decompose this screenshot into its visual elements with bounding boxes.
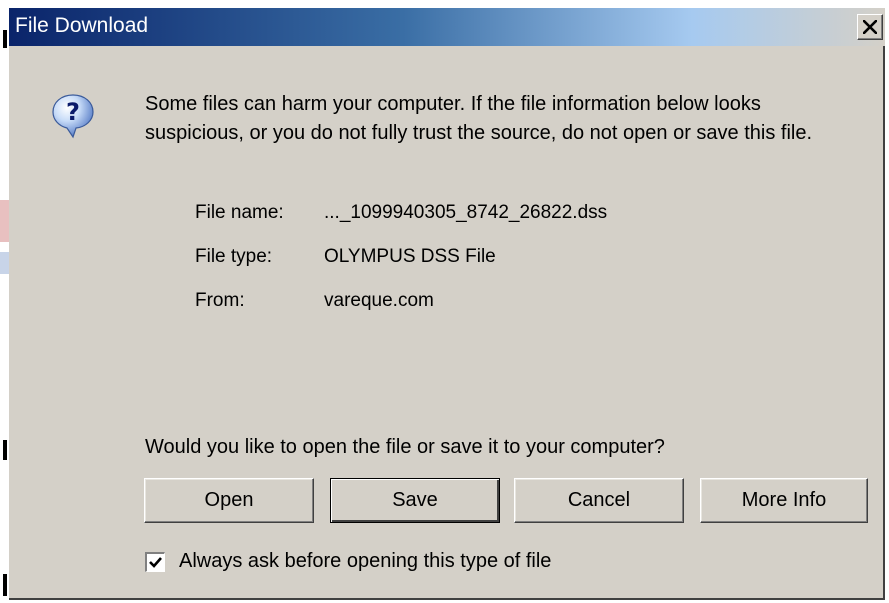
always-ask-label: Always ask before opening this type of f… xyxy=(179,550,552,572)
window-title: File Download xyxy=(15,14,149,37)
edge-mark xyxy=(3,440,7,460)
from-value: vareque.com xyxy=(324,290,434,311)
warning-text: Some files can harm your computer. If th… xyxy=(145,93,813,144)
cancel-button[interactable]: Cancel xyxy=(514,478,684,523)
file-type-label: File type: xyxy=(195,246,273,267)
save-button[interactable]: Save xyxy=(330,478,500,523)
edge-mark xyxy=(0,200,9,242)
edge-mark xyxy=(3,30,7,48)
file-download-dialog: File Download ? Some files can harm your… xyxy=(9,8,885,600)
file-type-value: OLYMPUS DSS File xyxy=(324,246,496,267)
open-or-save-prompt: Would you like to open the file or save … xyxy=(145,436,665,458)
always-ask-checkbox[interactable] xyxy=(145,552,165,572)
more-info-button[interactable]: More Info xyxy=(700,478,868,523)
edge-mark xyxy=(3,574,7,596)
question-mark-icon: ? xyxy=(49,92,97,140)
checkmark-icon xyxy=(149,557,162,568)
edge-mark xyxy=(0,252,9,274)
from-label: From: xyxy=(195,290,245,311)
open-button[interactable]: Open xyxy=(144,478,314,523)
file-name-label: File name: xyxy=(195,202,284,223)
close-button[interactable] xyxy=(857,14,883,40)
background-window-edge xyxy=(0,0,9,603)
title-bar[interactable]: File Download xyxy=(9,8,885,46)
screen: File Download ? Some files can harm your… xyxy=(0,0,889,603)
close-icon xyxy=(863,20,877,34)
svg-text:?: ? xyxy=(66,98,80,126)
file-name-value: ..._1099940305_8742_26822.dss xyxy=(324,202,608,223)
